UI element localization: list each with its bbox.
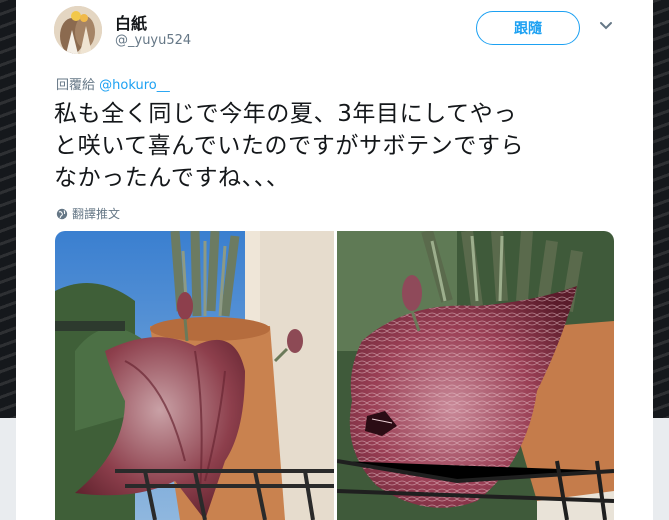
translate-label: 翻譯推文	[72, 207, 121, 221]
tweet-text-line: 私も全く同じで今年の夏、3年目にしてやっ	[54, 101, 517, 127]
chevron-down-icon[interactable]	[598, 18, 614, 34]
display-name[interactable]: 白紙	[115, 10, 147, 34]
tweet-text-line: なかったんですね、、、	[54, 165, 290, 191]
tweet-text: 私も全く同じで今年の夏、3年目にしてやっ と咲いて喜んでいたのですがサボテンです…	[54, 98, 614, 194]
user-handle[interactable]: @_yuyu524	[115, 33, 191, 48]
follow-button[interactable]: 跟隨	[476, 11, 580, 45]
avatar[interactable]	[54, 6, 102, 54]
reply-mention-link[interactable]: @hokuro__	[99, 78, 170, 93]
reply-context: 回覆給 @hokuro__	[56, 74, 170, 93]
tweet-card: 白紙 @_yuyu524 跟隨 回覆給 @hokuro__ 私も全く同じで今年の…	[16, 0, 653, 520]
translate-tweet-link[interactable]: 翻譯推文	[56, 205, 120, 222]
tweet-photo-left[interactable]	[55, 231, 334, 520]
tweet-photo-right[interactable]	[337, 231, 614, 520]
tweet-text-line: と咲いて喜んでいたのですがサボテンですら	[54, 133, 525, 159]
reply-prefix: 回覆給	[56, 78, 96, 93]
globe-icon	[56, 208, 68, 220]
